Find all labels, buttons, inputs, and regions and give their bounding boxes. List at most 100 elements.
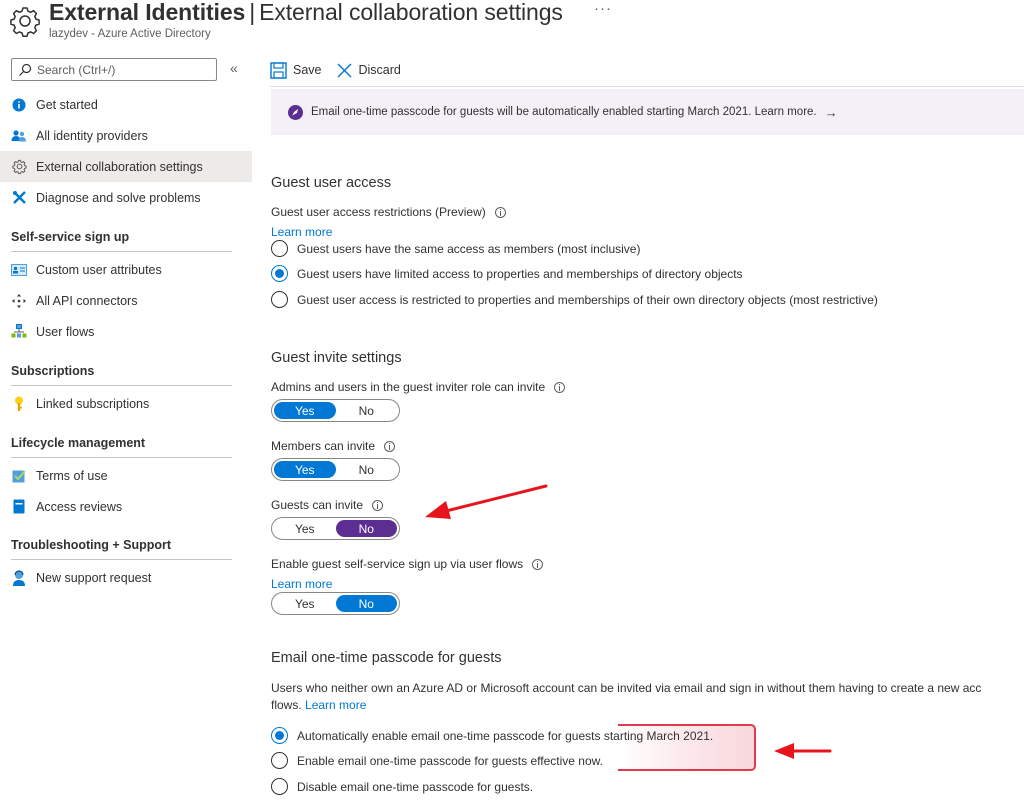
annotation-arrow-icon	[774, 743, 832, 759]
toggle-option-no[interactable]: No	[336, 402, 398, 419]
otp-description-line1: Users who neither own an Azure AD or Mic…	[271, 681, 982, 695]
discard-label: Discard	[358, 63, 401, 77]
sidebar-item-all-identity-providers[interactable]: All identity providers	[0, 120, 252, 151]
field-label-members-can-invite: Members can invite	[271, 439, 396, 453]
collapse-sidebar-button[interactable]: «	[230, 60, 238, 76]
toggle-option-no[interactable]: No	[335, 595, 397, 612]
radio-otp-enable-now[interactable]: Enable email one-time passcode for guest…	[271, 752, 603, 769]
sidebar-item-user-flows[interactable]: User flows	[0, 316, 252, 347]
page-title-rest: External collaboration settings	[259, 0, 563, 25]
sidebar-item-label: All API connectors	[36, 293, 138, 308]
radio-label: Guest users have limited access to prope…	[297, 266, 743, 281]
sidebar-item-diagnose-and-solve-problems[interactable]: Diagnose and solve problems	[0, 182, 252, 213]
radio-label: Automatically enable email one-time pass…	[297, 728, 714, 743]
radio-label: Disable email one-time passcode for gues…	[297, 779, 534, 794]
save-label: Save	[293, 63, 322, 77]
key-icon	[11, 396, 27, 412]
toggle-option-no[interactable]: No	[335, 520, 397, 537]
book-icon	[11, 499, 27, 515]
otp-description-line2-text: flows.	[271, 698, 302, 712]
rocket-icon	[288, 104, 303, 120]
annotation-arrow-icon	[425, 484, 548, 519]
gear-icon	[10, 7, 40, 37]
page-subtitle: lazydev - Azure Active Directory	[49, 28, 211, 40]
connectors-icon	[11, 293, 27, 309]
radio-button[interactable]	[271, 778, 288, 795]
page-title: External Identities | External collaborati…	[49, 0, 563, 26]
radio-button[interactable]	[271, 240, 288, 257]
radio-guest-access-same-as-members[interactable]: Guest users have the same access as memb…	[271, 240, 640, 257]
sidebar-section-lifecycle-management: Lifecycle management	[11, 436, 232, 458]
radio-otp-auto-enable[interactable]: Automatically enable email one-time pass…	[271, 727, 713, 744]
info-icon[interactable]	[384, 440, 396, 452]
radio-button-checked[interactable]	[271, 265, 288, 282]
page-header: External Identities | External collaborati…	[0, 0, 1024, 48]
field-label-admins-can-invite: Admins and users in the guest inviter ro…	[271, 380, 566, 394]
toggle-option-yes[interactable]: Yes	[274, 595, 336, 612]
discard-button[interactable]: Discard	[336, 62, 401, 79]
toggle-members-can-invite[interactable]: Yes No	[271, 458, 400, 481]
toggle-option-yes[interactable]: Yes	[274, 402, 336, 419]
sidebar-item-label: Custom user attributes	[36, 262, 162, 277]
save-button[interactable]: Save	[270, 61, 322, 79]
sidebar-item-get-started[interactable]: Get started	[0, 89, 252, 120]
support-person-icon	[11, 569, 27, 586]
otp-description-line2: flows. Learn more	[271, 697, 1024, 714]
search-icon	[19, 63, 32, 76]
field-label-self-service-sign-up: Enable guest self-service sign up via us…	[271, 557, 544, 571]
radio-label: Guest users have the same access as memb…	[297, 241, 641, 256]
command-bar: Save Discard	[270, 56, 415, 84]
sidebar-item-new-support-request[interactable]: New support request	[0, 562, 252, 593]
info-icon[interactable]	[532, 558, 544, 570]
toggle-admins-can-invite[interactable]: Yes No	[271, 399, 400, 422]
radio-guest-access-limited[interactable]: Guest users have limited access to prope…	[271, 265, 743, 282]
more-options-button[interactable]: ···	[594, 0, 612, 17]
radio-label: Guest user access is restricted to prope…	[297, 292, 878, 307]
field-label-guests-can-invite: Guests can invite	[271, 498, 384, 512]
sidebar-section-subscriptions: Subscriptions	[11, 364, 232, 386]
gear-icon	[11, 159, 27, 175]
field-label-text: Guest user access restrictions (Preview)	[271, 205, 486, 219]
radio-button[interactable]	[271, 752, 288, 769]
toggle-option-yes[interactable]: Yes	[274, 461, 336, 478]
sidebar-item-linked-subscriptions[interactable]: Linked subscriptions	[0, 388, 252, 419]
title-separator: |	[249, 0, 256, 25]
learn-more-link[interactable]: Learn more	[271, 577, 332, 591]
sidebar-item-label: Access reviews	[36, 499, 123, 514]
learn-more-link[interactable]: Learn more	[305, 698, 366, 712]
radio-guest-access-restricted[interactable]: Guest user access is restricted to prope…	[271, 291, 878, 308]
field-label-text: Enable guest self-service sign up via us…	[271, 557, 524, 571]
wrench-icon	[11, 190, 27, 206]
checkbox-icon	[11, 468, 27, 484]
section-title-guest-invite-settings: Guest invite settings	[271, 350, 402, 366]
toolbar-divider	[270, 86, 1024, 87]
radio-label: Enable email one-time passcode for guest…	[297, 753, 603, 768]
page-title-bold: External Identities	[49, 0, 246, 25]
info-icon[interactable]	[554, 381, 566, 393]
search-input[interactable]	[37, 62, 207, 77]
sidebar-item-external-collaboration-settings[interactable]: External collaboration settings	[0, 151, 252, 182]
search-box[interactable]	[11, 58, 217, 81]
sidebar-item-access-reviews[interactable]: Access reviews	[0, 491, 252, 522]
sidebar-item-label: User flows	[36, 324, 95, 339]
toggle-option-no[interactable]: No	[336, 461, 398, 478]
radio-button-checked[interactable]	[271, 727, 288, 744]
info-icon[interactable]	[494, 206, 506, 218]
section-title-email-otp: Email one-time passcode for guests	[271, 650, 502, 666]
id-card-icon	[11, 262, 27, 278]
learn-more-link[interactable]: Learn more	[271, 225, 332, 239]
radio-otp-disable[interactable]: Disable email one-time passcode for gues…	[271, 778, 533, 795]
save-icon	[270, 61, 287, 79]
toggle-self-service-sign-up[interactable]: Yes No	[271, 592, 400, 615]
sidebar-item-terms-of-use[interactable]: Terms of use	[0, 460, 252, 491]
sidebar-item-label: Diagnose and solve problems	[36, 190, 201, 205]
sidebar-item-all-api-connectors[interactable]: All API connectors	[0, 285, 252, 316]
radio-button[interactable]	[271, 291, 288, 308]
info-icon[interactable]	[372, 499, 384, 511]
toggle-option-yes[interactable]: Yes	[274, 520, 336, 537]
toggle-guests-can-invite[interactable]: Yes No	[271, 517, 400, 540]
sidebar-section-troubleshooting-support: Troubleshooting + Support	[11, 538, 232, 560]
sidebar-item-label: Linked subscriptions	[36, 396, 150, 411]
sidebar-item-custom-user-attributes[interactable]: Custom user attributes	[0, 254, 252, 285]
info-banner[interactable]: Email one-time passcode for guests will …	[271, 89, 1024, 135]
